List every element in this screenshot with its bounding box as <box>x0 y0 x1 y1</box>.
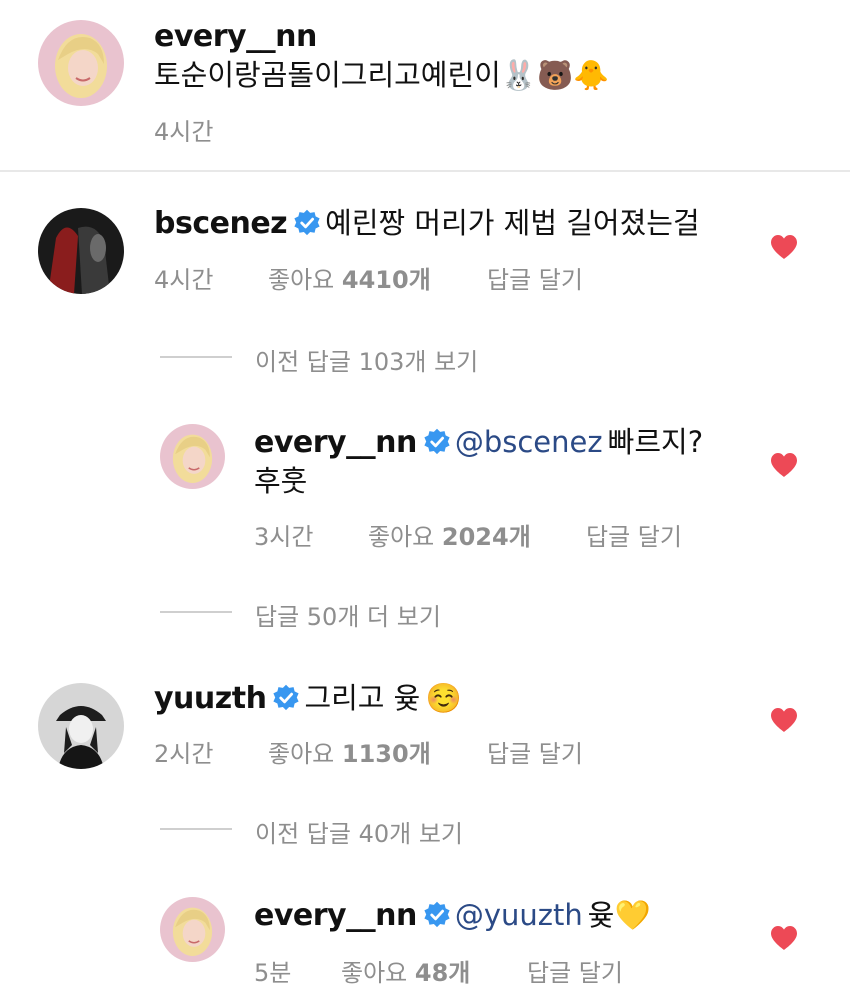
comment-avatar-bscenez[interactable] <box>38 208 124 294</box>
likes-label: 좋아요 <box>268 740 335 768</box>
reply-button[interactable]: 답글 달기 <box>487 260 583 295</box>
reply-button[interactable]: 답글 달기 <box>487 734 583 769</box>
comment-time: 5분 <box>254 959 292 987</box>
comment-time: 3시간 <box>254 523 314 551</box>
view-replies-link[interactable]: 이전 답글 103개 보기 <box>255 342 478 377</box>
likes-count: 48개 <box>414 959 471 987</box>
verified-badge-icon <box>423 901 451 929</box>
reply-avatar-every-nn[interactable] <box>160 897 225 962</box>
likes-count: 4410개 <box>341 266 431 294</box>
comment-likes[interactable]: 좋아요 4410개 <box>268 260 431 295</box>
comment-avatar-yuuzth[interactable] <box>38 683 124 769</box>
likes-label: 좋아요 <box>368 523 435 551</box>
heart-icon[interactable] <box>770 707 798 733</box>
likes-count: 1130개 <box>341 740 431 768</box>
verified-badge-icon <box>272 684 300 712</box>
caption-text: 토순이랑곰돌이그리고예린이 <box>154 58 501 92</box>
comment-username[interactable]: yuuzth <box>154 681 267 716</box>
comment-time: 4시간 <box>154 266 214 294</box>
comment-likes[interactable]: 좋아요 48개 <box>341 953 470 988</box>
avatar-image <box>160 424 225 489</box>
caption-username[interactable]: every__nn <box>154 19 317 54</box>
view-replies-link[interactable]: 이전 답글 40개 보기 <box>255 814 463 849</box>
comment-emoji: ☺️ <box>425 681 462 715</box>
caption-avatar[interactable] <box>38 20 124 106</box>
comment-text: 예린짱 머리가 제법 길어졌는걸 <box>325 206 700 240</box>
replies-line <box>160 828 232 830</box>
caption-time: 4시간 <box>154 118 214 146</box>
avatar-image <box>160 897 225 962</box>
caption-emojis: 🐰🐻🐥 <box>500 58 610 92</box>
reply-button[interactable]: 답글 달기 <box>527 953 623 988</box>
avatar-image <box>38 208 124 294</box>
reply-button[interactable]: 답글 달기 <box>586 517 682 552</box>
likes-count: 2024개 <box>441 523 531 551</box>
replies-line <box>160 611 232 613</box>
likes-label: 좋아요 <box>341 959 408 987</box>
view-more-replies-link[interactable]: 답글 50개 더 보기 <box>255 597 441 632</box>
heart-icon[interactable] <box>770 925 798 951</box>
avatar-image <box>38 20 124 106</box>
verified-badge-icon <box>423 428 451 456</box>
mention-link[interactable]: @bscenez <box>455 425 603 459</box>
comment-time: 2시간 <box>154 740 214 768</box>
reply-username[interactable]: every__nn <box>254 898 417 933</box>
replies-line <box>160 356 232 358</box>
likes-label: 좋아요 <box>268 266 335 294</box>
reply-text-line2: 후훗 <box>254 464 308 498</box>
avatar-image <box>38 683 124 769</box>
mention-link[interactable]: @yuuzth <box>455 898 583 932</box>
heart-icon[interactable] <box>770 234 798 260</box>
reply-emoji: 💛 <box>614 898 651 932</box>
verified-badge-icon <box>293 209 321 237</box>
reply-username[interactable]: every__nn <box>254 425 417 460</box>
comment-text: 그리고 윶 <box>304 681 421 715</box>
reply-text-line1: 빠르지? <box>607 425 704 459</box>
heart-icon[interactable] <box>770 452 798 478</box>
reply-avatar-every-nn[interactable] <box>160 424 225 489</box>
comment-username[interactable]: bscenez <box>154 206 288 241</box>
caption-divider <box>0 170 850 172</box>
comment-likes[interactable]: 좋아요 2024개 <box>368 517 531 552</box>
comment-likes[interactable]: 좋아요 1130개 <box>268 734 431 769</box>
reply-text: 윶 <box>587 898 615 932</box>
